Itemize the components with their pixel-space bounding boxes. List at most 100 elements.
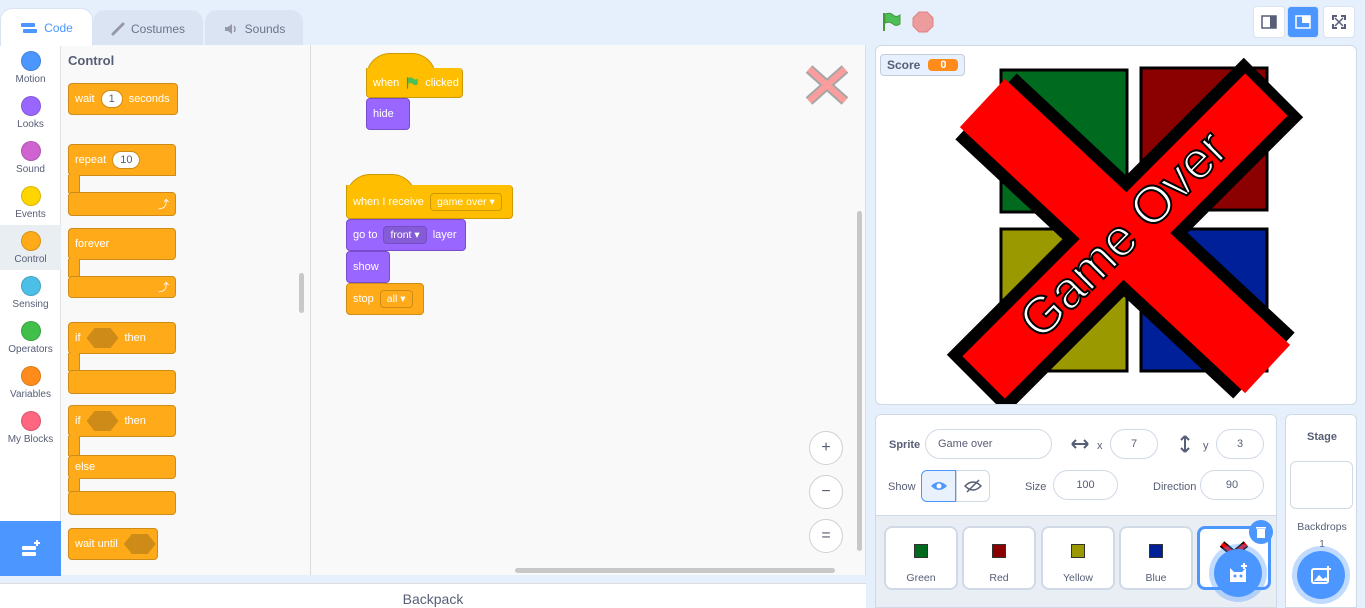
go-to-layer-block[interactable]: go to front ▾ layer [346, 219, 466, 251]
show-block[interactable]: show [346, 251, 390, 283]
category-label: My Blocks [7, 434, 54, 445]
stop-block[interactable]: stop all ▾ [346, 283, 424, 315]
category-label: Motion [15, 74, 46, 85]
condition-slot[interactable] [86, 411, 119, 431]
direction-label: Direction [1153, 481, 1197, 493]
sprite-tile-label: Blue [1145, 572, 1167, 584]
sprite-tile-blue[interactable]: Blue [1119, 526, 1193, 590]
stop-label: stop [353, 293, 374, 305]
layer-dropdown[interactable]: front ▾ [383, 226, 427, 244]
normal-stage-button[interactable] [1287, 6, 1319, 38]
forever-label: forever [75, 238, 110, 250]
message-dropdown[interactable]: game over ▾ [429, 192, 502, 211]
x-label: x [1097, 440, 1103, 452]
category-sound[interactable]: Sound [0, 135, 61, 180]
small-stage-button[interactable] [1253, 6, 1285, 38]
backdrops-count: 1 [1319, 539, 1325, 550]
show-hidden-button[interactable] [956, 470, 990, 502]
control-dot-icon [20, 231, 41, 251]
score-label: Score [887, 58, 921, 72]
stage-panel-title: Stage [1307, 431, 1337, 443]
show-visible-button[interactable] [921, 470, 956, 502]
fullscreen-button[interactable] [1323, 6, 1355, 38]
backdrops-label: Backdrops [1297, 521, 1347, 533]
message-value: game over [436, 195, 487, 208]
category-looks[interactable]: Looks [0, 90, 61, 135]
zoom-reset-icon: = [821, 527, 831, 544]
tab-sounds-label: Sounds [244, 21, 286, 36]
if-label: if [75, 332, 81, 344]
sensing-dot-icon [20, 276, 41, 296]
condition-slot[interactable] [123, 534, 156, 554]
add-backdrop-button[interactable] [1297, 551, 1345, 599]
show-label: Show [888, 481, 916, 493]
sprite-tile-yellow[interactable]: Yellow [1041, 526, 1115, 590]
zoom-in-button[interactable]: + [809, 431, 843, 465]
red-thumbnail [992, 544, 1006, 558]
condition-slot[interactable] [86, 328, 119, 348]
block-palette: Control wait 1 seconds repeat 10 ⤴ forev… [61, 45, 311, 575]
sprite-label: Sprite [889, 439, 921, 451]
stage-thumbnail[interactable] [1290, 461, 1353, 509]
wait-until-label: wait until [75, 538, 118, 550]
trash-icon [1256, 526, 1266, 538]
repeat-count-input[interactable]: 10 [112, 151, 141, 169]
size-input[interactable]: 100 [1053, 470, 1118, 500]
green-thumbnail [914, 544, 928, 558]
hide-block[interactable]: hide [366, 98, 410, 130]
category-sensing[interactable]: Sensing [0, 270, 61, 315]
script-vertical-scrollbar[interactable] [857, 211, 862, 551]
score-value: 0 [928, 59, 959, 71]
category-motion[interactable]: Motion [0, 45, 61, 90]
show-label: show [353, 261, 379, 273]
zoom-out-icon: − [821, 483, 831, 500]
stop-icon[interactable] [912, 11, 934, 36]
repeat-label: repeat [75, 154, 107, 166]
x-input[interactable]: 7 [1110, 429, 1158, 459]
y-input[interactable]: 3 [1216, 429, 1264, 459]
category-operators[interactable]: Operators [0, 315, 61, 360]
tab-sounds[interactable]: Sounds [205, 10, 303, 46]
script-area[interactable]: when clicked hide when I receive game ov… [311, 45, 866, 575]
category-control[interactable]: Control [0, 225, 61, 270]
small-stage-icon [1261, 15, 1277, 29]
add-sprite-button[interactable] [1214, 549, 1262, 597]
wait-block[interactable]: wait 1 seconds [68, 83, 178, 115]
category-label: Variables [10, 389, 51, 400]
zoom-reset-button[interactable]: = [809, 519, 843, 553]
delete-sprite-button[interactable] [1249, 520, 1273, 544]
category-events[interactable]: Events [0, 180, 61, 225]
add-extension-button[interactable] [0, 521, 61, 576]
backpack[interactable]: Backpack [0, 583, 866, 608]
sprite-name-input[interactable]: Game over [925, 429, 1052, 459]
category-label: Events [15, 209, 46, 220]
repeat-arrow-icon: ⤴ [158, 199, 169, 211]
tab-costumes-label: Costumes [130, 21, 186, 36]
zoom-out-button[interactable]: − [809, 475, 843, 509]
category-variables[interactable]: Variables [0, 360, 61, 405]
tab-code[interactable]: Code [0, 8, 93, 46]
extension-icon [21, 539, 40, 556]
category-my-blocks[interactable]: My Blocks [0, 405, 61, 450]
y-value: 3 [1236, 438, 1244, 450]
green-flag-icon[interactable] [880, 11, 902, 36]
stage[interactable]: Game Over Score 0 [875, 45, 1357, 405]
image-add-icon [1311, 566, 1331, 584]
score-monitor[interactable]: Score 0 [880, 54, 966, 76]
my-blocks-dot-icon [20, 411, 41, 431]
palette-scrollbar[interactable] [299, 273, 304, 313]
category-label: Looks [17, 119, 44, 130]
script-horizontal-scrollbar[interactable] [515, 568, 835, 573]
wait-until-block[interactable]: wait until [68, 528, 158, 560]
sprite-tile-red[interactable]: Red [962, 526, 1036, 590]
wait-seconds-input[interactable]: 1 [100, 90, 123, 108]
tab-costumes[interactable]: Costumes [93, 10, 203, 46]
y-arrows-icon [1180, 435, 1190, 453]
direction-input[interactable]: 90 [1200, 470, 1264, 500]
y-label: y [1203, 440, 1209, 452]
else-label: else [75, 461, 96, 473]
sprite-name-value: Game over [938, 438, 993, 450]
stop-dropdown[interactable]: all ▾ [379, 290, 413, 308]
operators-dot-icon [20, 321, 41, 341]
sprite-tile-green[interactable]: Green [884, 526, 958, 590]
